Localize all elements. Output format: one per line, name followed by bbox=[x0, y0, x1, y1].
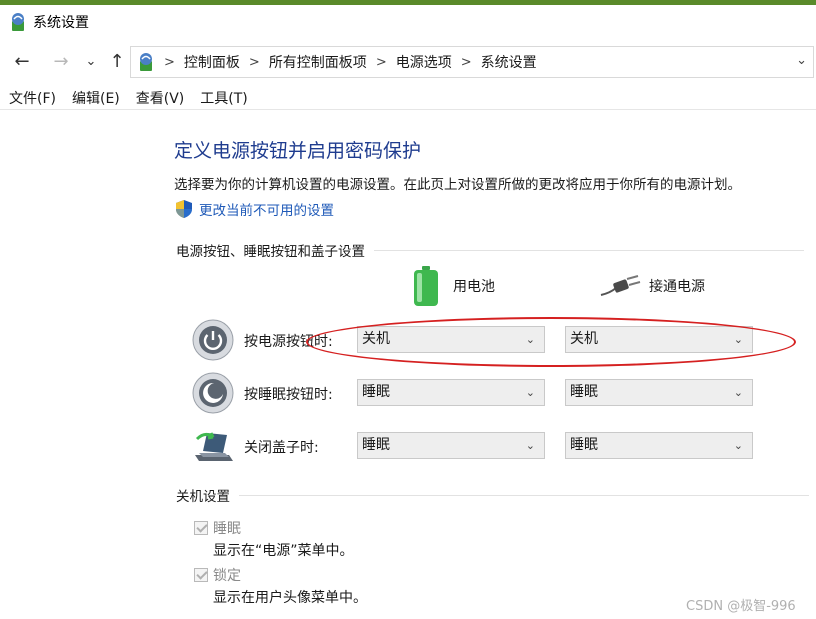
page-description: 选择要为你的计算机设置的电源设置。在此页上对设置所做的更改将应用于你所有的电源计… bbox=[174, 177, 741, 193]
sleep-checkbox[interactable] bbox=[194, 521, 208, 535]
breadcrumb-separator: > bbox=[248, 54, 260, 70]
lid-close-label: 关闭盖子时: bbox=[244, 440, 319, 456]
recent-locations-button[interactable]: ⌄ bbox=[80, 50, 102, 74]
chevron-down-icon: ⌄ bbox=[733, 386, 743, 399]
section-title: 电源按钮、睡眠按钮和盖子设置 bbox=[176, 244, 365, 260]
power-button-plugged-select[interactable]: 关机 ⌄ bbox=[565, 326, 753, 353]
select-value: 关机 bbox=[362, 331, 390, 347]
plugged-column-label: 接通电源 bbox=[649, 279, 705, 295]
column-battery: 用电池 bbox=[412, 265, 495, 307]
breadcrumb-separator: > bbox=[375, 54, 387, 70]
main-content: 定义电源按钮并启用密码保护 选择要为你的计算机设置的电源设置。在此页上对设置所做… bbox=[0, 111, 816, 619]
laptop-lid-icon bbox=[195, 432, 233, 461]
lock-option[interactable]: 锁定 bbox=[194, 565, 241, 585]
breadcrumb-power-options[interactable]: 电源选项 bbox=[396, 52, 452, 72]
power-button-icon bbox=[192, 319, 234, 361]
sleep-option-label: 睡眠 bbox=[213, 521, 241, 537]
chevron-down-icon: ⌄ bbox=[525, 386, 535, 399]
title-bar: 系统设置 bbox=[0, 5, 816, 39]
chevron-down-icon: ⌄ bbox=[525, 439, 535, 452]
shutdown-section-header: 关机设置 bbox=[176, 485, 809, 505]
sleep-button-label: 按睡眠按钮时: bbox=[244, 387, 333, 403]
chevron-down-icon[interactable]: ⌄ bbox=[796, 53, 807, 68]
breadcrumb-separator: > bbox=[460, 54, 472, 70]
select-value: 睡眠 bbox=[362, 384, 390, 400]
menu-tools[interactable]: 工具(T) bbox=[200, 88, 247, 108]
chevron-down-icon: ⌄ bbox=[733, 333, 743, 346]
select-value: 睡眠 bbox=[570, 384, 598, 400]
power-button-battery-select[interactable]: 关机 ⌄ bbox=[357, 326, 545, 353]
breadcrumb-all-items[interactable]: 所有控制面板项 bbox=[269, 52, 367, 72]
select-value: 睡眠 bbox=[362, 437, 390, 453]
lid-close-battery-select[interactable]: 睡眠 ⌄ bbox=[357, 432, 545, 459]
select-value: 关机 bbox=[570, 331, 598, 347]
sleep-button-battery-select[interactable]: 睡眠 ⌄ bbox=[357, 379, 545, 406]
menu-bar: 文件(F) 编辑(E) 查看(V) 工具(T) bbox=[0, 86, 816, 110]
sleep-option-description: 显示在“电源”菜单中。 bbox=[213, 543, 354, 559]
sleep-button-icon bbox=[192, 372, 234, 414]
power-plug-icon bbox=[600, 275, 641, 296]
menu-view[interactable]: 查看(V) bbox=[136, 88, 185, 108]
uac-shield-icon bbox=[176, 200, 192, 218]
section-divider bbox=[374, 249, 804, 251]
battery-icon bbox=[414, 266, 438, 306]
menu-edit[interactable]: 编辑(E) bbox=[72, 88, 120, 108]
sleep-option[interactable]: 睡眠 bbox=[194, 518, 241, 538]
chevron-down-icon: ⌄ bbox=[733, 439, 743, 452]
up-button[interactable]: ↑ bbox=[106, 50, 128, 74]
breadcrumb-control-panel[interactable]: 控制面板 bbox=[184, 52, 240, 72]
back-button[interactable]: ← bbox=[11, 50, 33, 74]
control-panel-icon bbox=[12, 13, 24, 31]
lock-option-label: 锁定 bbox=[213, 568, 241, 584]
breadcrumb-separator: > bbox=[164, 54, 175, 70]
change-settings-link-text[interactable]: 更改当前不可用的设置 bbox=[199, 199, 334, 219]
chevron-down-icon: ⌄ bbox=[525, 333, 535, 346]
lid-close-plugged-select[interactable]: 睡眠 ⌄ bbox=[565, 432, 753, 459]
column-plugged: 接通电源 bbox=[600, 275, 705, 297]
buttons-section-header: 电源按钮、睡眠按钮和盖子设置 bbox=[176, 240, 804, 260]
power-button-label: 按电源按钮时: bbox=[244, 334, 333, 350]
forward-button[interactable]: → bbox=[50, 50, 72, 74]
breadcrumb-system-settings[interactable]: 系统设置 bbox=[481, 52, 537, 72]
section-title: 关机设置 bbox=[176, 489, 230, 505]
window-title: 系统设置 bbox=[33, 15, 89, 31]
watermark: CSDN @极智-996 bbox=[686, 599, 796, 614]
page-title: 定义电源按钮并启用密码保护 bbox=[174, 140, 422, 162]
navigation-bar: ← → ⌄ ↑ > 控制面板 > 所有控制面板项 > 电源选项 > 系统设置 ⌄ bbox=[0, 44, 816, 80]
change-settings-link[interactable]: 更改当前不可用的设置 bbox=[174, 199, 334, 219]
menu-file[interactable]: 文件(F) bbox=[9, 88, 56, 108]
address-bar[interactable]: > 控制面板 > 所有控制面板项 > 电源选项 > 系统设置 ⌄ bbox=[130, 46, 814, 78]
section-divider bbox=[239, 494, 809, 496]
battery-column-label: 用电池 bbox=[453, 279, 495, 295]
lock-option-description: 显示在用户头像菜单中。 bbox=[213, 590, 367, 606]
sleep-button-plugged-select[interactable]: 睡眠 ⌄ bbox=[565, 379, 753, 406]
select-value: 睡眠 bbox=[570, 437, 598, 453]
control-panel-icon bbox=[140, 53, 152, 71]
lock-checkbox[interactable] bbox=[194, 568, 208, 582]
